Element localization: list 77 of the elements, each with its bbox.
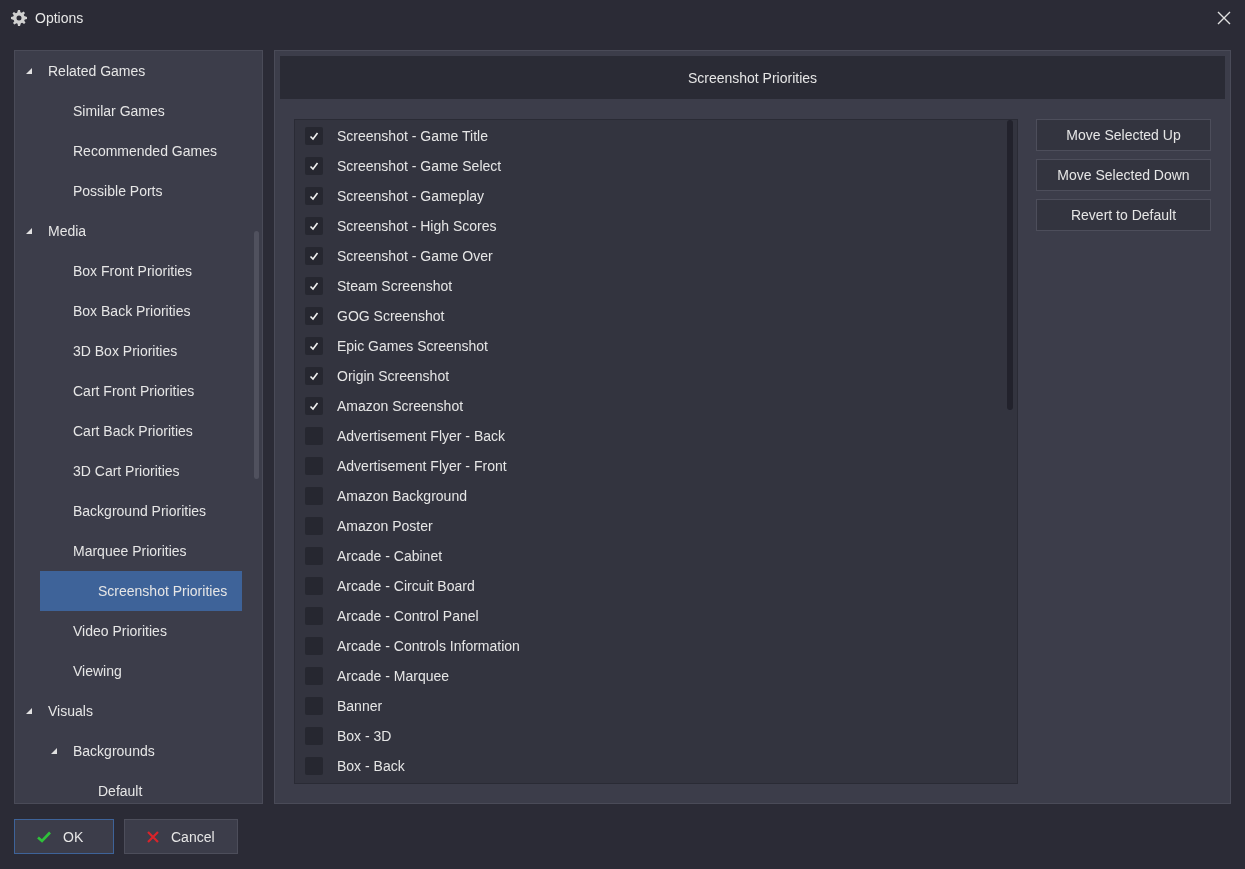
priority-item[interactable]: Box - Back [295, 751, 1017, 781]
tree-item[interactable]: Screenshot Priorities [40, 571, 242, 611]
checkbox[interactable] [305, 157, 323, 175]
tree-item[interactable]: Video Priorities [15, 611, 242, 651]
settings-icon [11, 10, 27, 26]
priority-item[interactable]: Screenshot - High Scores [295, 211, 1017, 241]
checkbox[interactable] [305, 127, 323, 145]
scrollbar[interactable] [1007, 120, 1013, 410]
priority-item[interactable]: Screenshot - Game Title [295, 121, 1017, 151]
priority-item[interactable]: Amazon Background [295, 481, 1017, 511]
checkbox[interactable] [305, 247, 323, 265]
cross-icon [147, 830, 159, 843]
tree-item[interactable]: Marquee Priorities [15, 531, 242, 571]
priority-item[interactable]: Arcade - Circuit Board [295, 571, 1017, 601]
tree-item[interactable]: Related Games [15, 51, 242, 91]
tree-item[interactable]: Possible Ports [15, 171, 242, 211]
tree-item[interactable]: Viewing [15, 651, 242, 691]
checkmark-icon [309, 311, 319, 321]
expanded-triangle-icon[interactable] [25, 228, 32, 234]
checkbox[interactable] [305, 187, 323, 205]
checkmark-icon [309, 221, 319, 231]
priority-item[interactable]: Advertisement Flyer - Back [295, 421, 1017, 451]
section-header: Screenshot Priorities [280, 56, 1225, 99]
tree-item[interactable]: Box Front Priorities [15, 251, 242, 291]
tree-item[interactable]: Cart Back Priorities [15, 411, 242, 451]
action-button[interactable]: Move Selected Up [1036, 119, 1211, 151]
expanded-triangle-icon[interactable] [25, 708, 32, 714]
window-title: Options [35, 10, 85, 26]
priority-item[interactable]: Screenshot - Game Over [295, 241, 1017, 271]
priority-item[interactable]: Amazon Screenshot [295, 391, 1017, 421]
checkbox[interactable] [305, 337, 323, 355]
checkbox[interactable] [305, 217, 323, 235]
checkmark-icon [309, 161, 319, 171]
priority-item[interactable]: Amazon Poster [295, 511, 1017, 541]
priority-item[interactable]: Epic Games Screenshot [295, 331, 1017, 361]
action-button[interactable]: Move Selected Down [1036, 159, 1211, 191]
checkbox[interactable] [305, 367, 323, 385]
tree-item[interactable]: Media [15, 211, 242, 251]
priority-item[interactable]: GOG Screenshot [295, 301, 1017, 331]
checkmark-icon [309, 341, 319, 351]
checkbox[interactable] [305, 277, 323, 295]
checkmark-icon [309, 131, 319, 141]
tree-item[interactable]: 3D Box Priorities [15, 331, 242, 371]
priority-item[interactable]: Screenshot - Gameplay [295, 181, 1017, 211]
priority-item[interactable]: Arcade - Control Panel [295, 601, 1017, 631]
priority-item[interactable]: Arcade - Marquee [295, 661, 1017, 691]
priority-item[interactable]: Origin Screenshot [295, 361, 1017, 391]
priority-item[interactable]: Steam Screenshot [295, 271, 1017, 301]
priority-item[interactable]: Screenshot - Game Select [295, 151, 1017, 181]
action-button[interactable]: Revert to Default [1036, 199, 1211, 231]
priority-item[interactable]: Box - 3D [295, 721, 1017, 751]
tree-item[interactable]: 3D Cart Priorities [15, 451, 242, 491]
priority-item[interactable]: Advertisement Flyer - Front [295, 451, 1017, 481]
expanded-triangle-icon[interactable] [50, 748, 57, 754]
priority-item[interactable]: Arcade - Controls Information [295, 631, 1017, 661]
tree-item[interactable]: Box Back Priorities [15, 291, 242, 331]
tree-item[interactable]: Recommended Games [15, 131, 242, 171]
priority-item[interactable]: Arcade - Cabinet [295, 541, 1017, 571]
ok-button[interactable]: OK [14, 819, 114, 854]
checkbox[interactable] [305, 397, 323, 415]
checkmark-icon [309, 191, 319, 201]
priority-item[interactable]: Banner [295, 691, 1017, 721]
close-icon[interactable] [1217, 11, 1231, 25]
tree-item[interactable]: Similar Games [15, 91, 242, 131]
checkbox[interactable] [305, 307, 323, 325]
tree-item[interactable]: Default [15, 771, 242, 803]
tree-item[interactable]: Cart Front Priorities [15, 371, 242, 411]
cancel-button[interactable]: Cancel [124, 819, 238, 854]
tree-item[interactable]: Backgrounds [15, 731, 242, 771]
checkmark-icon [37, 830, 51, 843]
tree-item[interactable]: Visuals [15, 691, 242, 731]
checkmark-icon [309, 401, 319, 411]
expanded-triangle-icon[interactable] [25, 68, 32, 74]
tree-item[interactable]: Background Priorities [15, 491, 242, 531]
checkmark-icon [309, 251, 319, 261]
checkmark-icon [309, 281, 319, 291]
checkmark-icon [309, 371, 319, 381]
